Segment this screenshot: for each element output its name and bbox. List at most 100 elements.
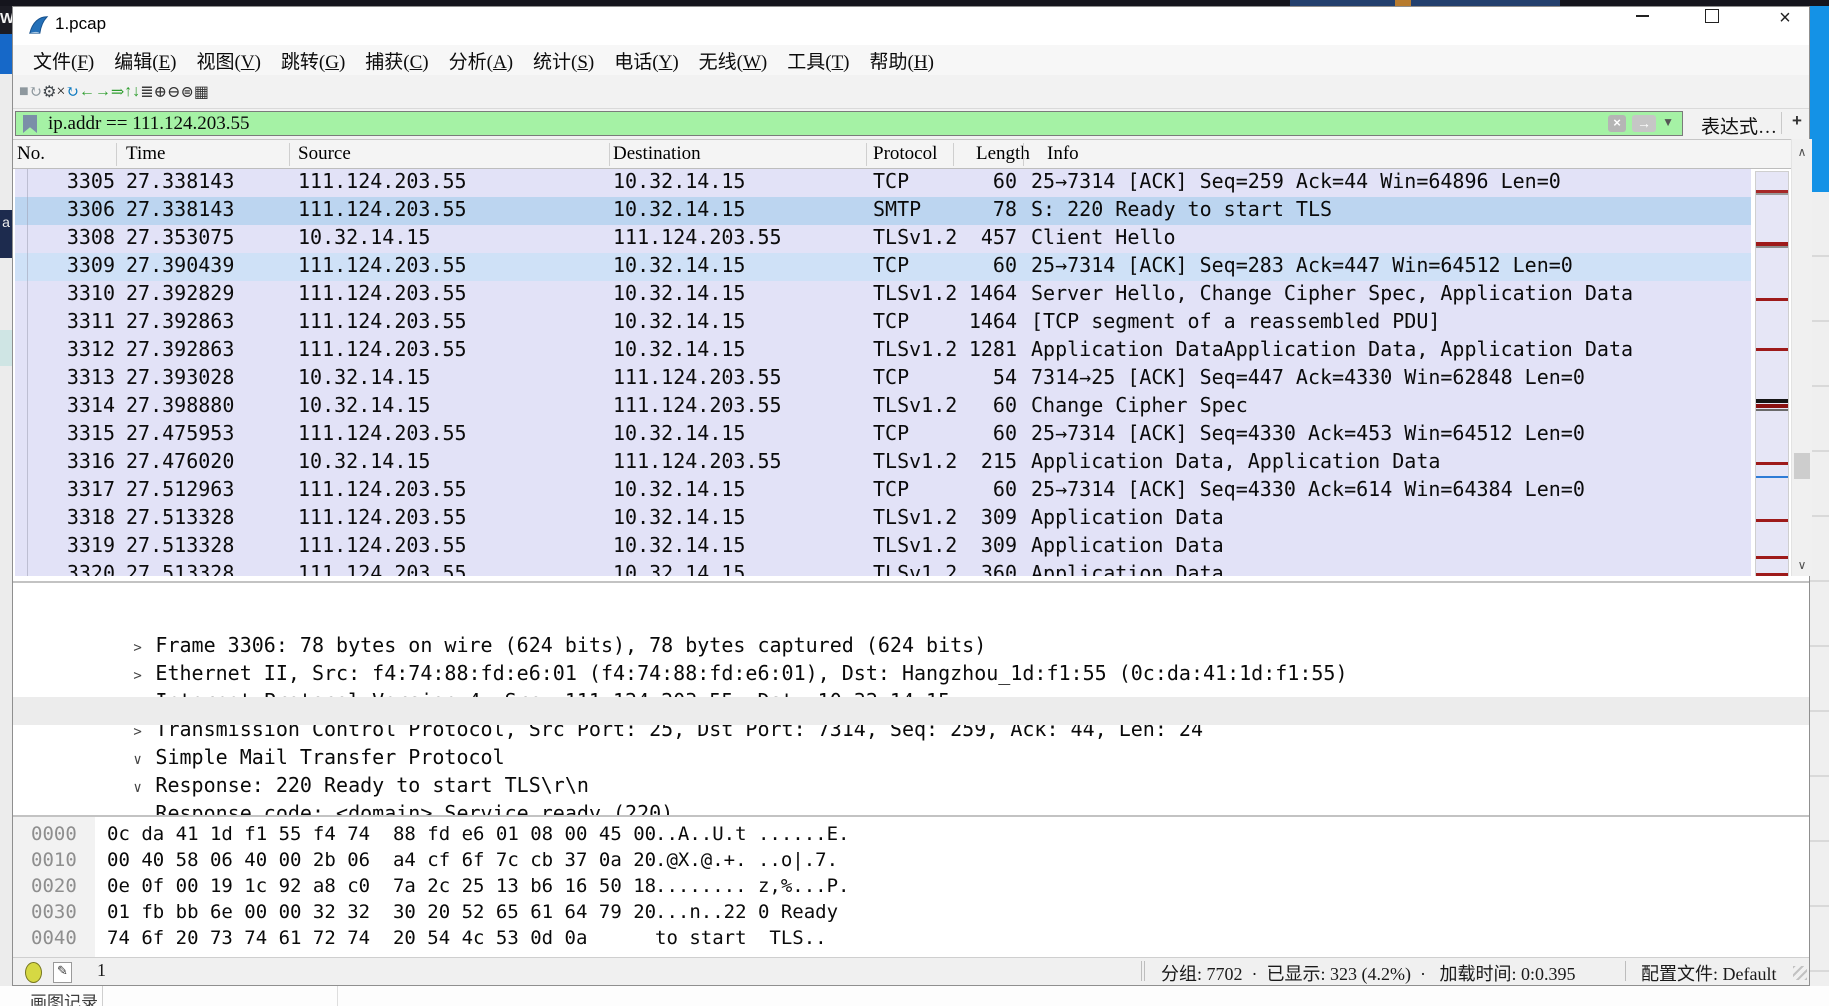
detail-line[interactable]: >Internet Protocol Version 4, Src: 111.1… xyxy=(13,641,1809,669)
menu-item[interactable]: 跳转(G) xyxy=(271,47,355,74)
hex-row[interactable]: 001000 40 58 06 40 00 2b 06 a4 cf 6f 7c … xyxy=(13,849,1809,875)
column-divider[interactable] xyxy=(609,143,610,166)
detail-line[interactable]: >Frame 3306: 78 bytes on wire (624 bits)… xyxy=(13,585,1809,613)
packet-list-minimap[interactable] xyxy=(1755,171,1789,576)
packet-row[interactable]: 3306 27.338143 111.124.203.55 10.32.14.1… xyxy=(15,197,1751,225)
menu-item[interactable]: 分析(A) xyxy=(439,47,523,74)
expression-button[interactable]: 表达式… xyxy=(1701,112,1777,139)
auto-scroll-icon[interactable]: ≣ xyxy=(140,82,153,102)
detail-line[interactable]: ∨Response: 220 Ready to start TLS\r\n xyxy=(13,725,1809,753)
column-header-length[interactable]: Length xyxy=(976,140,1030,168)
column-header-destination[interactable]: Destination xyxy=(613,140,701,168)
maximize-button[interactable] xyxy=(1690,7,1734,41)
reload-file-icon[interactable]: ↻ xyxy=(65,82,78,102)
column-divider[interactable] xyxy=(1023,143,1024,166)
resize-grip[interactable] xyxy=(1793,966,1807,980)
minimap-mark xyxy=(1756,298,1788,301)
menu-item[interactable]: 视图(V) xyxy=(187,47,271,74)
filter-clear-button[interactable]: × xyxy=(1608,115,1626,132)
scroll-down-arrow-icon[interactable]: ∨ xyxy=(1792,558,1812,572)
filter-dropdown-caret[interactable]: ▼ xyxy=(1662,115,1674,130)
filter-add-button[interactable]: + xyxy=(1792,111,1802,131)
column-header-no[interactable]: No. xyxy=(17,140,45,168)
column-divider[interactable] xyxy=(866,143,867,166)
filter-input[interactable]: ip.addr == 111.124.203.55 × → ▼ xyxy=(15,111,1683,136)
stop-capture-icon[interactable]: ■ xyxy=(19,83,29,101)
scroll-up-arrow-icon[interactable]: ∧ xyxy=(1792,145,1812,159)
minimize-button[interactable] xyxy=(1620,7,1664,41)
packet-row[interactable]: 3309 27.390439 111.124.203.55 10.32.14.1… xyxy=(15,253,1751,281)
column-header-source[interactable]: Source xyxy=(298,140,351,168)
menu-item[interactable]: 捕获(C) xyxy=(355,47,438,74)
column-header-info[interactable]: Info xyxy=(1047,140,1079,168)
hex-ascii[interactable]: ...n..22 0 Ready xyxy=(655,901,849,923)
capture-comment-icon[interactable]: ✎ xyxy=(53,962,72,983)
hex-bytes[interactable]: 0e 0f 00 19 1c 92 a8 c0 7a 2c 25 13 b6 1… xyxy=(107,875,655,897)
detail-line[interactable]: >Transmission Control Protocol, Src Port… xyxy=(13,669,1809,697)
menu-item[interactable]: 统计(S) xyxy=(523,47,604,74)
close-button[interactable]: × xyxy=(1763,7,1807,41)
go-top-icon[interactable]: ↑ xyxy=(124,83,132,101)
hex-row[interactable]: 004074 6f 20 73 74 61 72 74 20 54 4c 53 … xyxy=(13,927,1809,953)
column-divider[interactable] xyxy=(116,143,117,166)
hex-bytes[interactable]: 74 6f 20 73 74 61 72 74 20 54 4c 53 0d 0… xyxy=(107,927,655,949)
hex-bytes[interactable]: 00 40 58 06 40 00 2b 06 a4 cf 6f 7c cb 3… xyxy=(107,849,655,871)
zoom-out-icon[interactable]: ⊖ xyxy=(167,82,180,102)
menu-item[interactable]: 帮助(H) xyxy=(860,47,944,74)
hex-bytes[interactable]: 0c da 41 1d f1 55 f4 74 88 fd e6 01 08 0… xyxy=(107,823,655,845)
menu-item[interactable]: 文件(F) xyxy=(23,47,104,74)
restart-capture-icon[interactable]: ↻ xyxy=(29,82,42,102)
detail-line[interactable]: Response code: <domain> Service ready (2… xyxy=(13,753,1809,781)
packet-row[interactable]: 3320 27.513328 111.124.203.55 10.32.14.1… xyxy=(15,561,1751,576)
hex-row[interactable]: 003001 fb bb 6e 00 00 32 32 30 20 52 65 … xyxy=(13,901,1809,927)
packet-row[interactable]: 3318 27.513328 111.124.203.55 10.32.14.1… xyxy=(15,505,1751,533)
packet-row[interactable]: 3317 27.512963 111.124.203.55 10.32.14.1… xyxy=(15,477,1751,505)
packet-row[interactable]: 3319 27.513328 111.124.203.55 10.32.14.1… xyxy=(15,533,1751,561)
hex-ascii[interactable]: ..A..U.t ......E. xyxy=(655,823,849,845)
packet-row[interactable]: 3312 27.392863 111.124.203.55 10.32.14.1… xyxy=(15,337,1751,365)
packet-row[interactable]: 3316 27.476020 10.32.14.15 111.124.203.5… xyxy=(15,449,1751,477)
menu-item[interactable]: 编辑(E) xyxy=(104,47,186,74)
packet-list-scrollbar[interactable]: ∧ ∨ xyxy=(1791,139,1812,576)
detail-line[interactable]: >Ethernet II, Src: f4:74:88:fd:e6:01 (f4… xyxy=(13,613,1809,641)
detail-line[interactable]: ∨Simple Mail Transfer Protocol xyxy=(13,697,1809,725)
hex-row[interactable]: 00200e 0f 00 19 1c 92 a8 c0 7a 2c 25 13 … xyxy=(13,875,1809,901)
menu-item[interactable]: 无线(W) xyxy=(689,47,778,74)
go-to-packet-icon[interactable]: ⇒ xyxy=(111,82,124,102)
zoom-in-icon[interactable]: ⊕ xyxy=(154,82,167,102)
menu-item[interactable]: 电话(Y) xyxy=(604,47,688,74)
detail-line[interactable]: Response parameter: Ready to start TLS xyxy=(13,781,1809,809)
packet-row[interactable]: 3310 27.392829 111.124.203.55 10.32.14.1… xyxy=(15,281,1751,309)
packet-row[interactable]: 3311 27.392863 111.124.203.55 10.32.14.1… xyxy=(15,309,1751,337)
hex-ascii[interactable]: ........ z,%...P. xyxy=(655,875,849,897)
packet-row[interactable]: 3308 27.353075 10.32.14.15 111.124.203.5… xyxy=(15,225,1751,253)
column-header-time[interactable]: Time xyxy=(126,140,165,168)
hex-ascii[interactable]: .@X.@.+. ..o|.7. xyxy=(655,849,849,871)
packet-row[interactable]: 3313 27.393028 10.32.14.15 111.124.203.5… xyxy=(15,365,1751,393)
capture-options-icon[interactable]: ⚙ xyxy=(42,82,56,102)
hex-ascii[interactable]: to start TLS.. xyxy=(655,927,827,949)
hex-row[interactable]: 00000c da 41 1d f1 55 f4 74 88 fd e6 01 … xyxy=(13,823,1809,849)
filter-text[interactable]: ip.addr == 111.124.203.55 xyxy=(48,113,250,135)
cell-source: 111.124.203.55 xyxy=(298,477,467,505)
zoom-reset-icon[interactable]: ⊜ xyxy=(180,82,193,102)
expert-info-icon[interactable] xyxy=(25,962,42,983)
go-back-icon[interactable]: ← xyxy=(79,83,95,101)
menu-item[interactable]: 工具(T) xyxy=(777,47,859,74)
column-header-protocol[interactable]: Protocol xyxy=(873,140,937,168)
close-file-icon[interactable]: × xyxy=(56,83,65,101)
resize-columns-icon[interactable]: ▦ xyxy=(194,82,209,102)
filter-apply-button[interactable]: → xyxy=(1632,115,1656,132)
cell-length: 54 xyxy=(916,365,1017,393)
go-bottom-icon[interactable]: ↓ xyxy=(132,83,140,101)
filter-bookmark-icon[interactable] xyxy=(23,115,37,133)
column-divider[interactable] xyxy=(953,143,954,166)
column-divider[interactable] xyxy=(289,143,290,166)
packet-row[interactable]: 3305 27.338143 111.124.203.55 10.32.14.1… xyxy=(15,169,1751,197)
hex-bytes[interactable]: 01 fb bb 6e 00 00 32 32 30 20 52 65 61 6… xyxy=(107,901,655,923)
status-profile[interactable]: 配置文件: Default xyxy=(1641,960,1776,986)
packet-row[interactable]: 3315 27.475953 111.124.203.55 10.32.14.1… xyxy=(15,421,1751,449)
go-forward-icon[interactable]: → xyxy=(95,83,111,101)
scrollbar-thumb[interactable] xyxy=(1794,453,1810,479)
packet-row[interactable]: 3314 27.398880 10.32.14.15 111.124.203.5… xyxy=(15,393,1751,421)
